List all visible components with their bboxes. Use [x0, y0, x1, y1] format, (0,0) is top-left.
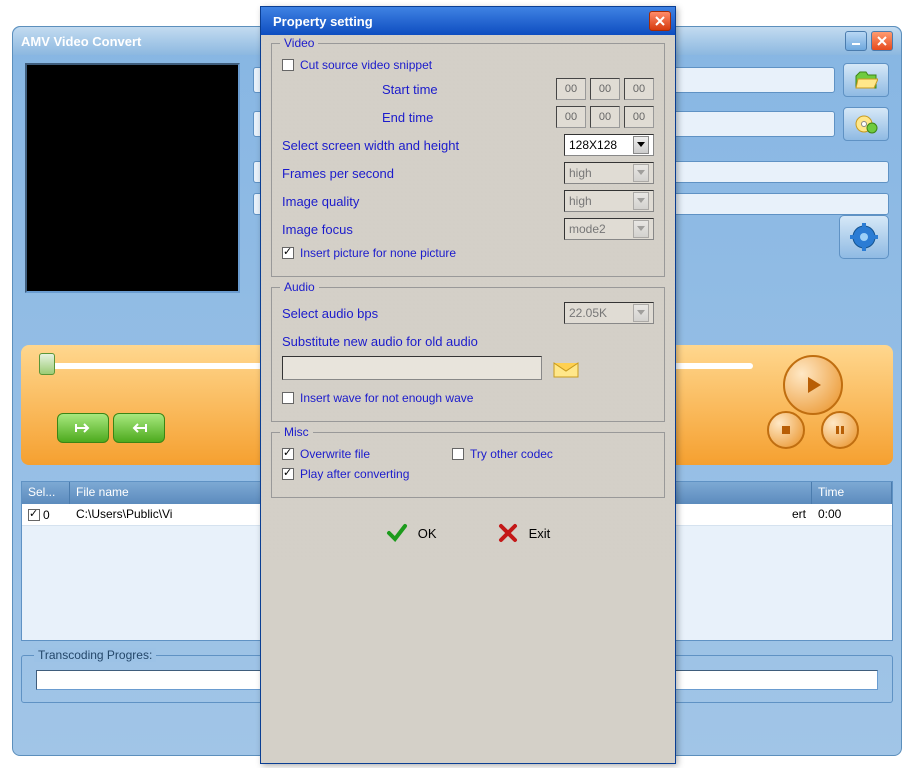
fps-combo[interactable]: high: [564, 162, 654, 184]
end-time-label: End time: [382, 110, 433, 125]
end-mm[interactable]: 00: [590, 106, 620, 128]
focus-label: Image focus: [282, 222, 353, 237]
close-button[interactable]: [871, 31, 893, 51]
browse-audio-button[interactable]: [550, 355, 582, 381]
video-preview: [25, 63, 240, 293]
chevron-down-icon: [633, 304, 649, 322]
envelope-icon: [552, 357, 580, 379]
minimize-button[interactable]: [845, 31, 867, 51]
checkbox-icon: [452, 448, 464, 460]
x-icon: [497, 522, 519, 544]
dialog-titlebar: Property setting: [261, 7, 675, 35]
pause-button[interactable]: [821, 411, 859, 449]
misc-legend: Misc: [280, 425, 313, 439]
play-controls: [763, 355, 863, 455]
end-ss[interactable]: 00: [624, 106, 654, 128]
stop-button[interactable]: [767, 411, 805, 449]
screen-size-combo[interactable]: 128X128: [564, 134, 654, 156]
end-hh[interactable]: 00: [556, 106, 586, 128]
screen-size-label: Select screen width and height: [282, 138, 459, 153]
row-status: ert: [762, 504, 812, 525]
quality-combo[interactable]: high: [564, 190, 654, 212]
overwrite-checkbox[interactable]: Overwrite file: [282, 447, 452, 461]
chevron-down-icon: [633, 164, 649, 182]
mark-out-button[interactable]: [113, 413, 165, 443]
output-browse-button[interactable]: [843, 107, 889, 141]
audio-fieldset: Audio Select audio bps 22.05K Substitute…: [271, 287, 665, 422]
property-dialog: Property setting Video Cut source video …: [260, 6, 676, 764]
start-mm[interactable]: 00: [590, 78, 620, 100]
quality-label: Image quality: [282, 194, 359, 209]
checkbox-icon: [282, 448, 294, 460]
disc-icon: [854, 114, 878, 134]
mark-in-button[interactable]: [57, 413, 109, 443]
dialog-close-button[interactable]: [649, 11, 671, 31]
insert-picture-checkbox[interactable]: Insert picture for none picture: [282, 246, 456, 260]
play-icon: [802, 374, 824, 396]
start-ss[interactable]: 00: [624, 78, 654, 100]
substitute-label: Substitute new audio for old audio: [282, 334, 478, 349]
dialog-footer: OK Exit: [271, 508, 665, 552]
checkbox-icon: [282, 59, 294, 71]
video-legend: Video: [280, 36, 318, 50]
chevron-down-icon: [633, 220, 649, 238]
checkbox-icon: [282, 468, 294, 480]
bps-label: Select audio bps: [282, 306, 378, 321]
open-file-button[interactable]: [843, 63, 889, 97]
misc-fieldset: Misc Overwrite file Try other codec Play…: [271, 432, 665, 498]
audio-legend: Audio: [280, 280, 319, 294]
start-hh[interactable]: 00: [556, 78, 586, 100]
play-after-checkbox[interactable]: Play after converting: [282, 467, 409, 481]
check-icon: [386, 522, 408, 544]
fps-label: Frames per second: [282, 166, 394, 181]
play-button[interactable]: [783, 355, 843, 415]
substitute-audio-field[interactable]: [282, 356, 542, 380]
chevron-down-icon: [633, 192, 649, 210]
row-index: 0: [43, 508, 50, 522]
codec-checkbox[interactable]: Try other codec: [452, 447, 553, 461]
row-checkbox[interactable]: [28, 509, 40, 521]
settings-button[interactable]: [839, 215, 889, 259]
video-fieldset: Video Cut source video snippet Start tim…: [271, 43, 665, 277]
stop-icon: [780, 424, 792, 436]
checkbox-icon: [282, 392, 294, 404]
close-icon: [655, 16, 665, 26]
col-time[interactable]: Time: [812, 482, 892, 504]
col-select[interactable]: Sel...: [22, 482, 70, 504]
focus-combo[interactable]: mode2: [564, 218, 654, 240]
seek-slider-thumb[interactable]: [39, 353, 55, 375]
chevron-down-icon: [633, 136, 649, 154]
start-time-label: Start time: [382, 82, 438, 97]
bps-combo[interactable]: 22.05K: [564, 302, 654, 324]
insert-wave-checkbox[interactable]: Insert wave for not enough wave: [282, 391, 473, 405]
row-time: 0:00: [812, 504, 892, 525]
ok-button[interactable]: OK: [386, 522, 437, 544]
progress-label: Transcoding Progres:: [34, 648, 156, 662]
gear-icon: [849, 222, 879, 252]
pause-icon: [834, 424, 846, 436]
dialog-title: Property setting: [273, 14, 649, 29]
folder-open-icon: [854, 70, 878, 90]
exit-button[interactable]: Exit: [497, 522, 551, 544]
checkbox-icon: [282, 247, 294, 259]
cut-snippet-checkbox[interactable]: Cut source video snippet: [282, 58, 432, 72]
